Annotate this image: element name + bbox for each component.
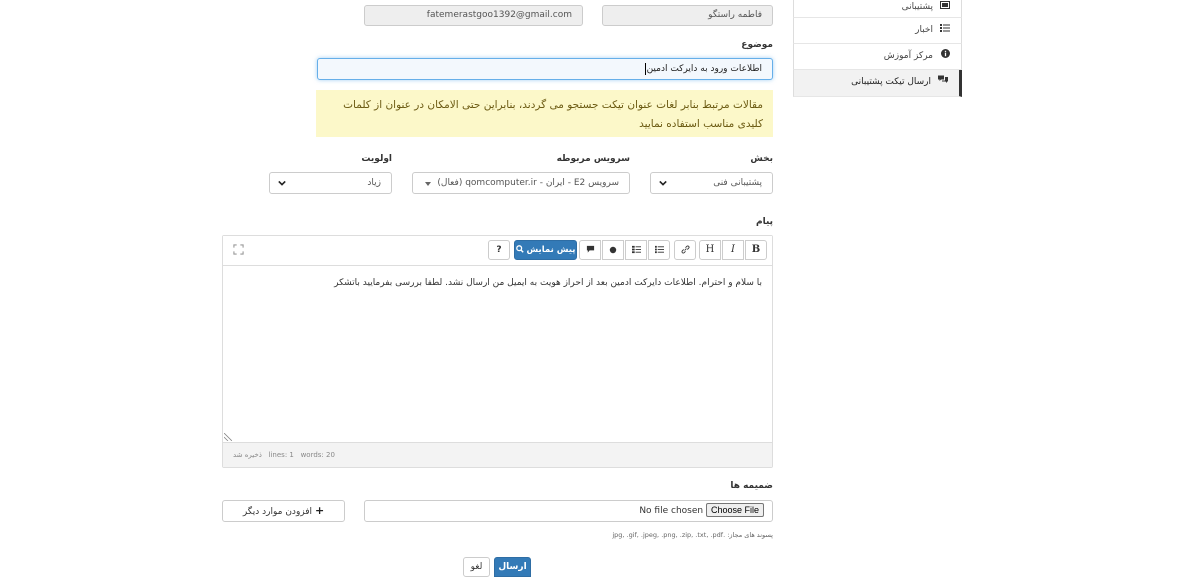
priority-value: زیاد [367,178,381,188]
numbered-list-button[interactable] [625,240,647,260]
submit-button[interactable]: ارسال [494,557,531,577]
link-button[interactable] [674,240,696,260]
list-icon [939,18,951,43]
choose-file-button[interactable]: Choose File [705,503,764,517]
priority-label: اولویت [361,154,392,164]
message-label: پیام [755,217,773,227]
sidebar-item-label: اخبار [915,25,933,35]
allowed-extensions: پسوند های مجاز: .jpg, .gif, .jpeg, .png,… [612,531,773,539]
chevron-down-icon [278,180,286,186]
subject-value: اطلاعات ورود به دایرکت ادمین [646,64,762,74]
file-input[interactable]: No file chosen Choose File [364,500,773,522]
sidebar-item-knowledgebase[interactable]: مرکز آموزش [793,44,962,70]
preview-label: پیش نمایش [526,245,576,255]
preview-button[interactable]: پیش نمایش [514,240,577,260]
sidebar-item-label: مرکز آموزش [883,51,933,61]
editor-toolbar: B I H پیش نمایش ? [223,236,772,266]
sidebar-item-support[interactable]: پشتیبانی [793,0,962,18]
info-icon [939,44,951,69]
add-more-label: افزودن موارد دیگر [242,507,313,517]
service-label: سرویس مربوطه [556,154,630,164]
kb-suggestion-alert: مقالات مرتبط بنابر لغات عنوان تیکت جستجو… [316,90,773,137]
department-select[interactable]: پشتیبانی فنی [650,172,773,194]
list-ul-icon [654,245,664,254]
subject-input[interactable]: اطلاعات ورود به دایرکت ادمین [317,58,773,80]
text-caret [644,62,646,75]
circle-icon [609,246,617,254]
resize-handle-icon[interactable] [224,433,232,441]
file-status: No file chosen [639,506,704,516]
service-value: سرویس E2 - ایران - qomcomputer.ir (فعال) [437,178,619,188]
fullscreen-icon[interactable] [233,244,244,255]
bold-button[interactable]: B [745,240,767,260]
status-words: words: 20 [300,451,335,459]
add-more-button[interactable]: + افزودن موارد دیگر [222,500,345,522]
heading-button[interactable]: H [699,240,721,260]
chevron-down-icon [659,180,667,186]
department-label: بخش [750,154,773,164]
caret-down-icon [425,182,431,186]
plus-icon: + [314,504,325,517]
circle-button[interactable] [602,240,624,260]
status-lines: lines: 1 [268,451,294,459]
status-saved: ذخیره شد [233,451,262,459]
email-field: fatemerastgoo1392@gmail.com [364,5,583,26]
help-button[interactable]: ? [488,240,510,260]
italic-button[interactable]: I [722,240,744,260]
sidebar-item-open-ticket[interactable]: ارسال تیکت پشتیبانی [793,70,962,97]
list-ol-icon [631,245,641,254]
markdown-editor: B I H پیش نمایش ? با سلام و احترام. اطلا… [222,235,773,468]
name-field: فاطمه راستگو [602,5,773,26]
sidebar-item-label: ارسال تیکت پشتیبانی [851,77,931,87]
sidebar-item-label: پشتیبانی [901,2,933,12]
department-value: پشتیبانی فنی [713,178,762,188]
search-icon [515,245,524,253]
message-textarea[interactable]: با سلام و احترام. اطلاعات دایرکت ادمین ب… [223,266,772,442]
subject-label: موضوع [741,40,773,50]
comments-icon [937,70,949,95]
link-icon [681,245,689,254]
attachments-label: ضمیمه ها [730,481,773,491]
sidebar-item-news[interactable]: اخبار [793,18,962,44]
ticket-icon [939,0,951,18]
message-text: با سلام و احترام. اطلاعات دایرکت ادمین ب… [334,278,762,288]
service-select[interactable]: سرویس E2 - ایران - qomcomputer.ir (فعال) [412,172,630,194]
editor-status-bar: ذخیره شد lines: 1 words: 20 [223,442,772,467]
cancel-button[interactable]: لغو [463,557,490,577]
comment-icon [586,245,594,253]
quote-button[interactable] [579,240,601,260]
bulleted-list-button[interactable] [648,240,670,260]
priority-select[interactable]: زیاد [269,172,392,194]
